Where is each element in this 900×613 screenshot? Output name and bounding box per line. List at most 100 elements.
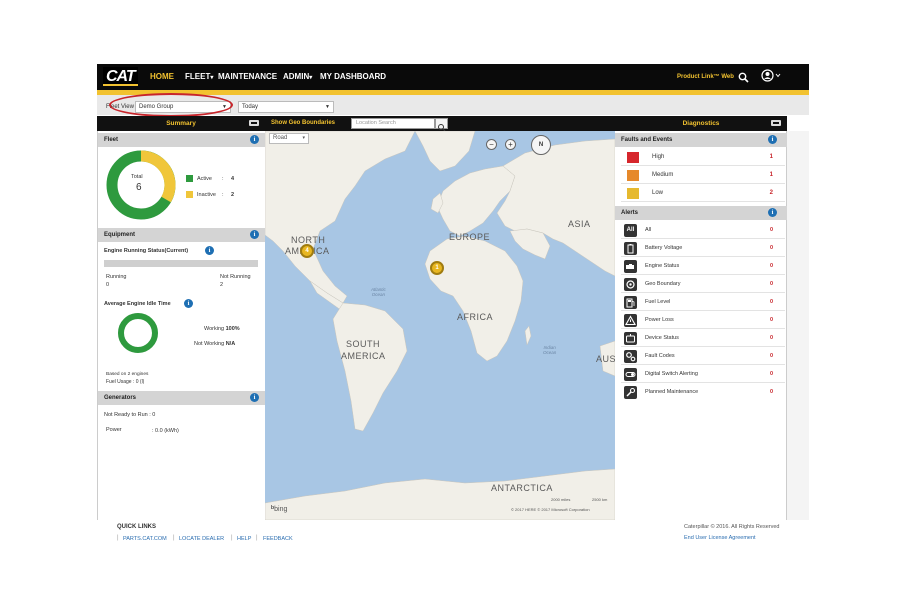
geo-boundary-icon [624,278,637,291]
alert-row-battery-voltage[interactable]: Battery Voltage 0 [621,240,785,257]
info-icon[interactable]: i [768,208,777,217]
nav-home[interactable]: HOME [150,64,174,90]
not-ready-to-run: Not Ready to Run : 0 [104,412,156,418]
nav-fleet[interactable]: FLEET▾ [185,64,213,90]
app-window: CAT HOME FLEET▾ MAINTENANCE ADMIN▾ MY DA… [97,64,809,550]
footer-link-feedback[interactable]: FEEDBACK [263,536,293,542]
atlantic-line-2: Ocean [371,292,386,297]
gears-icon [624,350,637,363]
inactive-label: Inactive [197,192,216,198]
alert-label: Battery Voltage [645,245,683,251]
cat-logo[interactable]: CAT [103,67,138,86]
highlight-annotation-ring [109,93,233,117]
user-avatar-icon[interactable] [761,69,781,87]
info-icon[interactable]: i [205,246,214,255]
product-link-web[interactable]: Product Link™ Web [677,64,734,90]
nav-admin-label: ADMIN [283,72,310,81]
alert-row-planned-maintenance[interactable]: Planned Maintenance 0 [621,384,785,401]
label-indian-ocean: Indian Ocean [543,345,556,355]
label-australia: AUS [596,354,615,364]
alert-row-geo-boundary[interactable]: Geo Boundary 0 [621,276,785,293]
fault-row-medium[interactable]: Medium 1 [621,167,785,184]
fault-row-low[interactable]: Low 2 [621,185,785,202]
map-style-value: Road [273,135,288,141]
idle-time-donut-chart [118,313,158,353]
running-label: Running [106,274,127,280]
label-asia: ASIA [568,219,591,229]
alert-row-fault-codes[interactable]: Fault Codes 0 [621,348,785,365]
alert-label: Geo Boundary [645,281,681,287]
device-icon [624,332,637,345]
compass-button[interactable]: N [531,135,551,155]
switch-icon [624,368,637,381]
show-geo-boundaries-button[interactable]: Show Geo Boundaries [271,116,335,131]
alert-count: 0 [769,371,773,377]
location-search-button[interactable] [435,118,448,132]
label-antarctica: ANTARCTICA [491,483,553,493]
zoom-in-button[interactable]: + [505,139,516,150]
generators-section-header: Generators [98,391,266,405]
severity-low-swatch [627,188,639,199]
fault-label: Low [652,190,664,196]
map-cluster-marker[interactable]: 4 [300,244,314,258]
fault-count: 2 [769,190,773,196]
right-gutter [787,131,809,520]
alert-row-power-loss[interactable]: Power Loss 0 [621,312,785,329]
alert-label: Fault Codes [645,353,675,359]
footer-link-parts[interactable]: PARTS.CAT.COM [123,536,167,542]
alerts-header: Alerts [615,206,787,220]
all-icon: All [624,224,637,237]
alert-row-all[interactable]: All All 0 [621,222,785,239]
map-cluster-marker[interactable]: 1 [430,261,444,275]
power-value: : 0.0 (kWh) [152,428,179,434]
severity-high-swatch [627,152,639,163]
not-working-label-cell: Not Working N/A [194,341,235,347]
info-icon[interactable]: i [250,135,259,144]
label-africa: AFRICA [457,312,494,322]
label-south-america-2: AMERICA [341,351,386,361]
alert-label: Engine Status [645,263,680,269]
battery-icon [624,242,637,255]
footer-link-help[interactable]: HELP [237,536,251,542]
label-south-america-1: SOUTH [346,339,380,349]
summary-collapse-button[interactable] [249,120,259,126]
map-style-select[interactable]: Road ▾ [269,133,309,144]
inactive-legend-swatch [186,191,193,198]
alert-count: 0 [769,335,773,341]
severity-medium-swatch [627,170,639,181]
info-icon[interactable]: i [184,299,193,308]
quick-links-title: QUICK LINKS [117,524,156,530]
time-period-select[interactable]: Today ▼ [238,101,334,113]
alert-row-digital-switch[interactable]: Digital Switch Alerting 0 [621,366,785,383]
footer-eula-link[interactable]: End User License Agreement [684,535,756,541]
footer-copyright: Caterpillar © 2016. All Rights Reserved [684,524,780,530]
alert-row-device-status[interactable]: Device Status 0 [621,330,785,347]
info-icon[interactable]: i [250,230,259,239]
diagnostics-collapse-button[interactable] [771,120,781,126]
warning-icon [624,314,637,327]
alert-label: Fuel Level [645,299,671,305]
fleet-map[interactable]: Road▾ − + N NORTH AMERICA EUROPE ASIA AF… [265,131,615,520]
power-label: Power [106,427,122,433]
nav-my-dashboard[interactable]: MY DASHBOARD [320,64,386,90]
zoom-out-button[interactable]: − [486,139,497,150]
footer-link-locate-dealer[interactable]: LOCATE DEALER [179,536,224,542]
info-icon[interactable]: i [250,393,259,402]
nav-maintenance[interactable]: MAINTENANCE [218,64,277,90]
alert-row-fuel-level[interactable]: Fuel Level 0 [621,294,785,311]
summary-header: Summary [97,116,265,131]
based-on-engines: Based on 2 engines [106,372,149,377]
chevron-down-icon: ▾ [210,75,214,81]
avg-idle-time-label: Average Engine Idle Time [104,301,171,307]
alert-row-engine-status[interactable]: Engine Status 0 [621,258,785,275]
alert-count: 0 [769,245,773,251]
map-scale-miles: 2000 miles [551,497,571,502]
not-working-label: Not Working [194,341,225,347]
nav-admin[interactable]: ADMIN▾ [283,64,312,90]
info-icon[interactable]: i [768,135,777,144]
fault-row-high[interactable]: High 1 [621,149,785,166]
location-search-input[interactable]: Location Search [351,118,435,129]
compass-north-label: N [538,142,544,148]
search-icon[interactable] [738,70,749,88]
fleet-total-label: Total [131,174,143,180]
